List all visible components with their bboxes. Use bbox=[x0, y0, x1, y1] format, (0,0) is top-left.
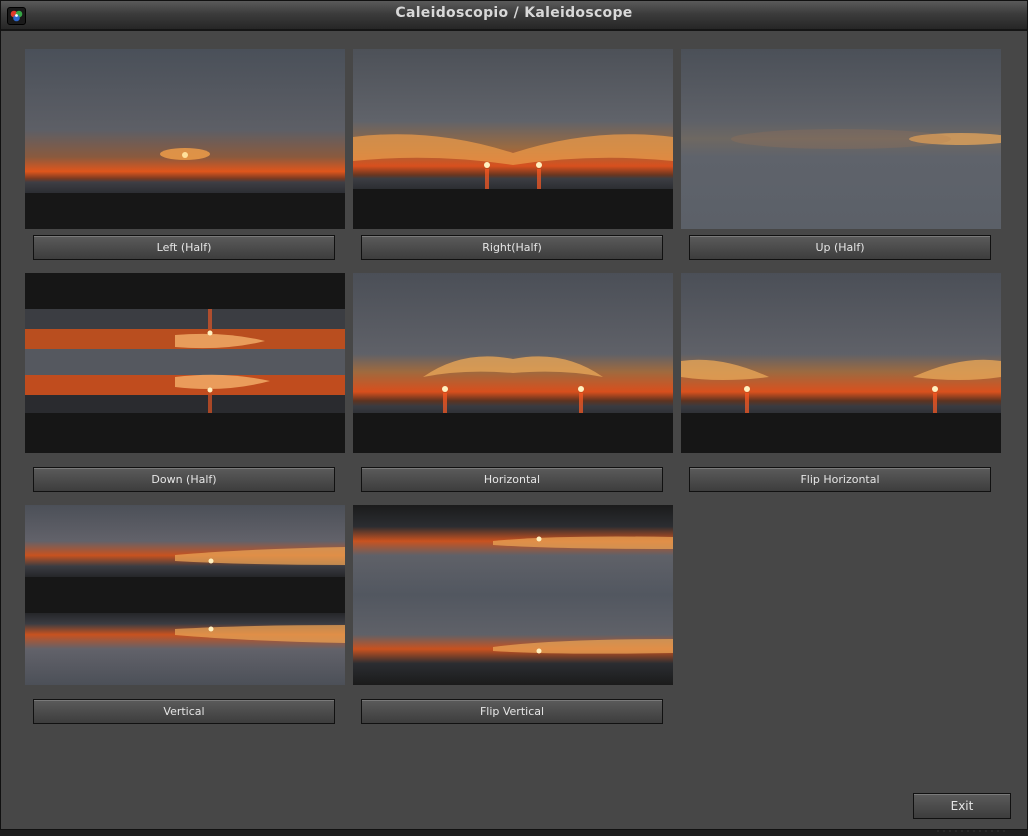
preview-flip-vertical[interactable] bbox=[353, 505, 673, 685]
down-half-button[interactable]: Down (Half) bbox=[33, 467, 335, 492]
resize-grip[interactable] bbox=[937, 817, 1017, 832]
flip-vertical-button[interactable]: Flip Vertical bbox=[361, 699, 663, 724]
effects-panel: Left (Half) Right(Half) Up (Half) Down (… bbox=[7, 33, 1021, 832]
horizontal-button[interactable]: Horizontal bbox=[361, 467, 663, 492]
preview-left-half[interactable] bbox=[25, 49, 345, 229]
preview-up-half[interactable] bbox=[681, 49, 1001, 229]
kaleidoscope-window: Caleidoscopio / Kaleidoscope Left (Half)… bbox=[0, 0, 1028, 832]
up-half-button[interactable]: Up (Half) bbox=[689, 235, 991, 260]
preview-right-half[interactable] bbox=[353, 49, 673, 229]
exit-button[interactable]: Exit bbox=[913, 793, 1011, 819]
window-title: Caleidoscopio / Kaleidoscope bbox=[395, 5, 633, 21]
preview-down-half[interactable] bbox=[25, 273, 345, 453]
right-half-button[interactable]: Right(Half) bbox=[361, 235, 663, 260]
left-half-button[interactable]: Left (Half) bbox=[33, 235, 335, 260]
title-bar[interactable]: Caleidoscopio / Kaleidoscope bbox=[1, 1, 1027, 31]
vertical-button[interactable]: Vertical bbox=[33, 699, 335, 724]
preview-flip-horizontal[interactable] bbox=[681, 273, 1001, 453]
preview-horizontal[interactable] bbox=[353, 273, 673, 453]
preview-vertical[interactable] bbox=[25, 505, 345, 685]
flip-horizontal-button[interactable]: Flip Horizontal bbox=[689, 467, 991, 492]
